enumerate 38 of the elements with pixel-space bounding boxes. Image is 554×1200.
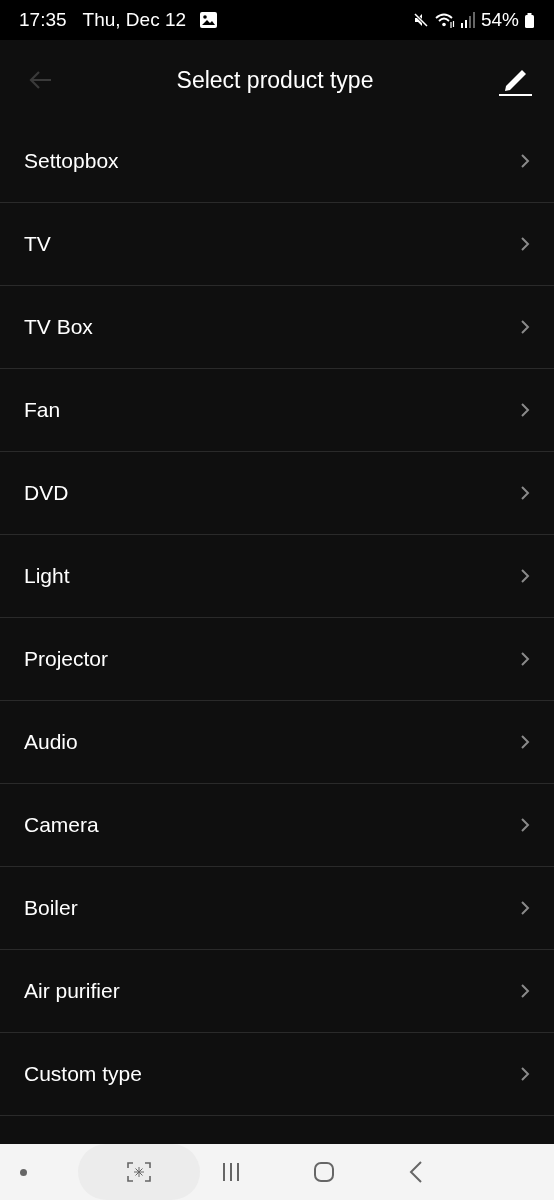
chevron-right-icon	[520, 817, 530, 833]
status-date: Thu, Dec 12	[82, 9, 187, 31]
wifi-icon	[434, 12, 455, 28]
product-type-item[interactable]: Fan	[0, 369, 554, 452]
product-type-item[interactable]: Light	[0, 535, 554, 618]
dot-icon	[20, 1168, 27, 1176]
chevron-right-icon	[520, 402, 530, 418]
battery-percent: 54%	[480, 9, 519, 31]
status-time: 17:35	[19, 9, 67, 31]
screen-title: Select product type	[175, 66, 375, 94]
chevron-right-icon	[520, 236, 530, 252]
product-type-item[interactable]: TV	[0, 203, 554, 286]
chevron-right-icon	[520, 651, 530, 667]
chevron-right-icon	[520, 734, 530, 750]
scan-icon	[127, 1162, 151, 1182]
chevron-right-icon	[520, 568, 530, 584]
product-type-item[interactable]: DVD	[0, 452, 554, 535]
chevron-right-icon	[520, 153, 530, 169]
chevron-right-icon	[520, 900, 530, 916]
product-type-item[interactable]: Settopbox	[0, 120, 554, 203]
chevron-right-icon	[520, 319, 530, 335]
product-type-item[interactable]: Projector	[0, 618, 554, 701]
image-icon	[200, 12, 218, 28]
chevron-right-icon	[520, 1066, 530, 1082]
home-icon[interactable]	[314, 1162, 334, 1182]
chevron-right-icon	[520, 485, 530, 501]
back-icon[interactable]	[409, 1161, 423, 1183]
battery-icon	[525, 12, 534, 28]
signal-icon	[460, 12, 475, 28]
product-type-item[interactable]: Boiler	[0, 867, 554, 950]
product-type-item[interactable]: Camera	[0, 784, 554, 867]
product-type-item[interactable]: Custom type	[0, 1033, 554, 1116]
product-type-item[interactable]: Audio	[0, 701, 554, 784]
chevron-right-icon	[520, 983, 530, 999]
product-type-item[interactable]: TV Box	[0, 286, 554, 369]
product-type-item[interactable]: Air purifier	[0, 950, 554, 1033]
recent-apps-icon[interactable]	[222, 1162, 240, 1182]
mute-icon	[412, 12, 429, 28]
